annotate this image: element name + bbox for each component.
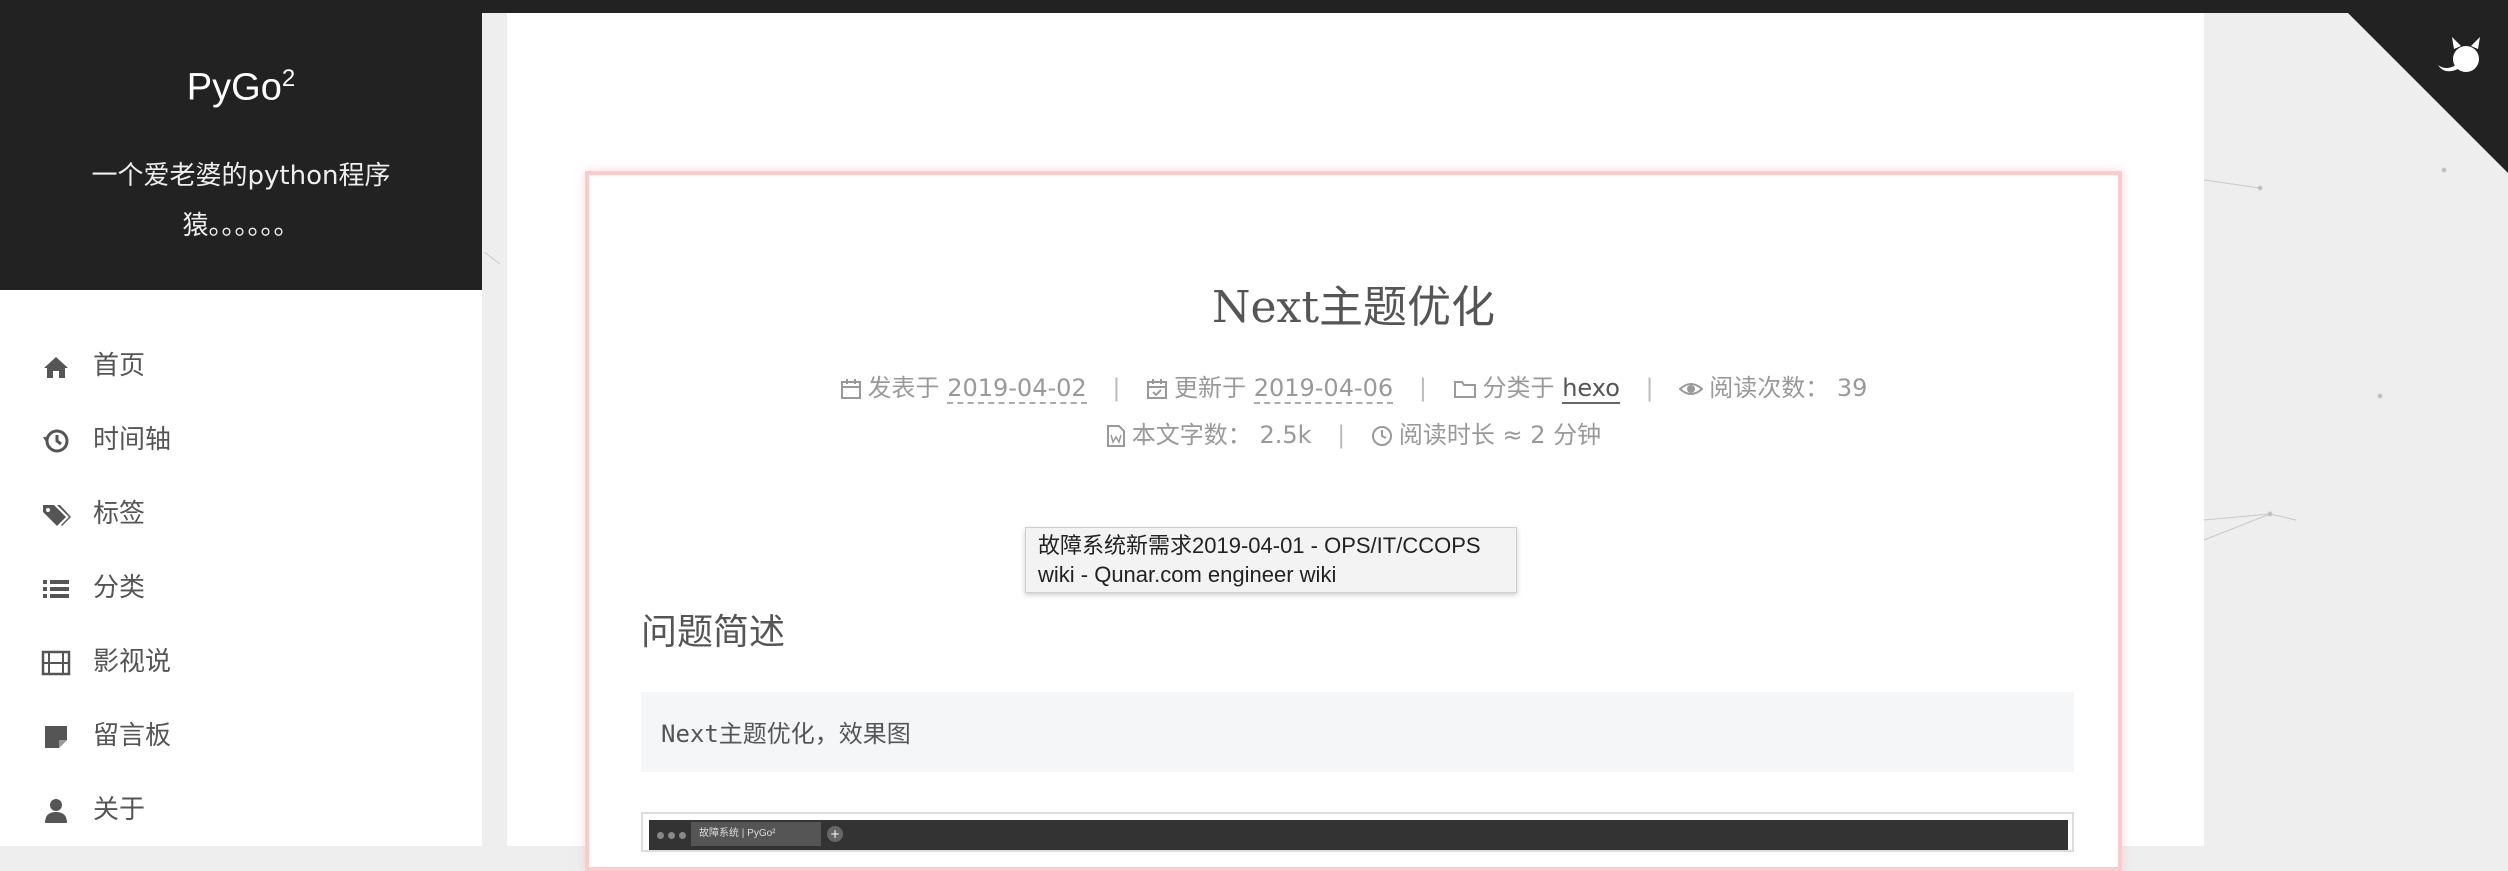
code-block: Next主题优化，效果图	[641, 692, 2074, 772]
post-card: Next主题优化 发表于 2019-04-02 | 更新于 2019-04-06…	[585, 171, 2122, 871]
menu-item-label: 分类	[93, 573, 146, 603]
views-count: 39	[1836, 374, 1868, 402]
updated-label: 更新于	[1174, 374, 1247, 402]
menu-item-label: 留言板	[93, 721, 172, 751]
posted-label: 发表于	[867, 374, 940, 402]
meta-separator: |	[1645, 374, 1654, 402]
tooltip-line-2: wiki - Qunar.com engineer wiki	[1038, 562, 1337, 587]
calendar-icon	[840, 379, 861, 399]
screenshot-new-tab: +	[827, 826, 843, 842]
menu-item-timeline[interactable]: 时间轴	[0, 405, 482, 479]
post-meta: 发表于 2019-04-02 | 更新于 2019-04-06 | 分类于 he…	[589, 368, 2118, 404]
menu-item-label: 影视说	[93, 647, 172, 677]
menu-item-home[interactable]: 首页	[0, 331, 482, 405]
readtime-value: 2 分钟	[1530, 421, 1602, 449]
github-corner-icon[interactable]	[2348, 13, 2508, 173]
home-icon	[44, 357, 68, 378]
post-title[interactable]: Next主题优化	[589, 271, 2118, 335]
user-icon	[45, 799, 67, 823]
file-word-icon	[1106, 425, 1125, 447]
category-label: 分类于	[1482, 374, 1555, 402]
eye-icon	[1678, 383, 1704, 395]
readtime-label: 阅读时长 ≈	[1398, 421, 1523, 449]
updated-date: 2019-04-06	[1253, 374, 1394, 404]
menu-item-label: 首页	[93, 351, 146, 381]
category-link[interactable]: hexo	[1562, 374, 1620, 404]
wordcount-value: 2.5k	[1259, 421, 1312, 449]
window-dot	[679, 832, 686, 839]
clock-icon	[1371, 426, 1392, 446]
posted-date: 2019-04-02	[947, 374, 1087, 404]
wordcount-label: 本文字数：	[1131, 421, 1252, 449]
menu-item-tags[interactable]: 标签	[0, 479, 482, 553]
site-subtitle: 一个爱老婆的python程序猿。。。。。。	[91, 161, 391, 241]
meta-separator: |	[1418, 374, 1427, 402]
tooltip-line-1: 故障系统新需求2019-04-01 - OPS/IT/CCOPS	[1038, 533, 1481, 558]
meta-separator: |	[1337, 421, 1346, 449]
list-icon	[43, 580, 69, 598]
embedded-screenshot: 故障系统 | PyGo² +	[641, 812, 2074, 852]
menu-item-label: 标签	[93, 499, 146, 529]
film-icon	[41, 650, 71, 676]
menu-item-movies[interactable]: 影视说	[0, 627, 482, 701]
menu-item-label: 关于	[93, 795, 146, 825]
site-brand: PyGo2 一个爱老婆的python程序猿。。。。。。	[0, 13, 482, 290]
menu-item-categories[interactable]: 分类	[0, 553, 482, 627]
menu-item-about[interactable]: 关于	[0, 775, 482, 849]
folder-icon	[1453, 381, 1476, 398]
window-dot	[657, 832, 664, 839]
sidebar: PyGo2 一个爱老婆的python程序猿。。。。。。 首页 时间轴 标签 分类…	[0, 13, 482, 846]
section-heading: 问题简述	[641, 612, 786, 653]
tags-icon	[43, 505, 71, 526]
views-label: 阅读次数：	[1709, 374, 1830, 402]
history-icon	[43, 429, 69, 453]
sticky-note-icon	[45, 726, 67, 748]
calendar-check-icon	[1147, 379, 1168, 399]
link-tooltip: 故障系统新需求2019-04-01 - OPS/IT/CCOPS wiki - …	[1025, 527, 1517, 593]
post-meta-secondary: 本文字数： 2.5k | 阅读时长 ≈ 2 分钟	[589, 415, 2118, 450]
screenshot-tab: 故障系统 | PyGo²	[691, 822, 821, 846]
window-dot	[668, 832, 675, 839]
sidebar-menu: 首页 时间轴 标签 分类 影视说 留言板 关于	[0, 331, 482, 849]
menu-item-guestbook[interactable]: 留言板	[0, 701, 482, 775]
meta-separator: |	[1112, 374, 1121, 402]
site-title[interactable]: PyGo2	[0, 65, 482, 110]
menu-item-label: 时间轴	[93, 425, 172, 455]
